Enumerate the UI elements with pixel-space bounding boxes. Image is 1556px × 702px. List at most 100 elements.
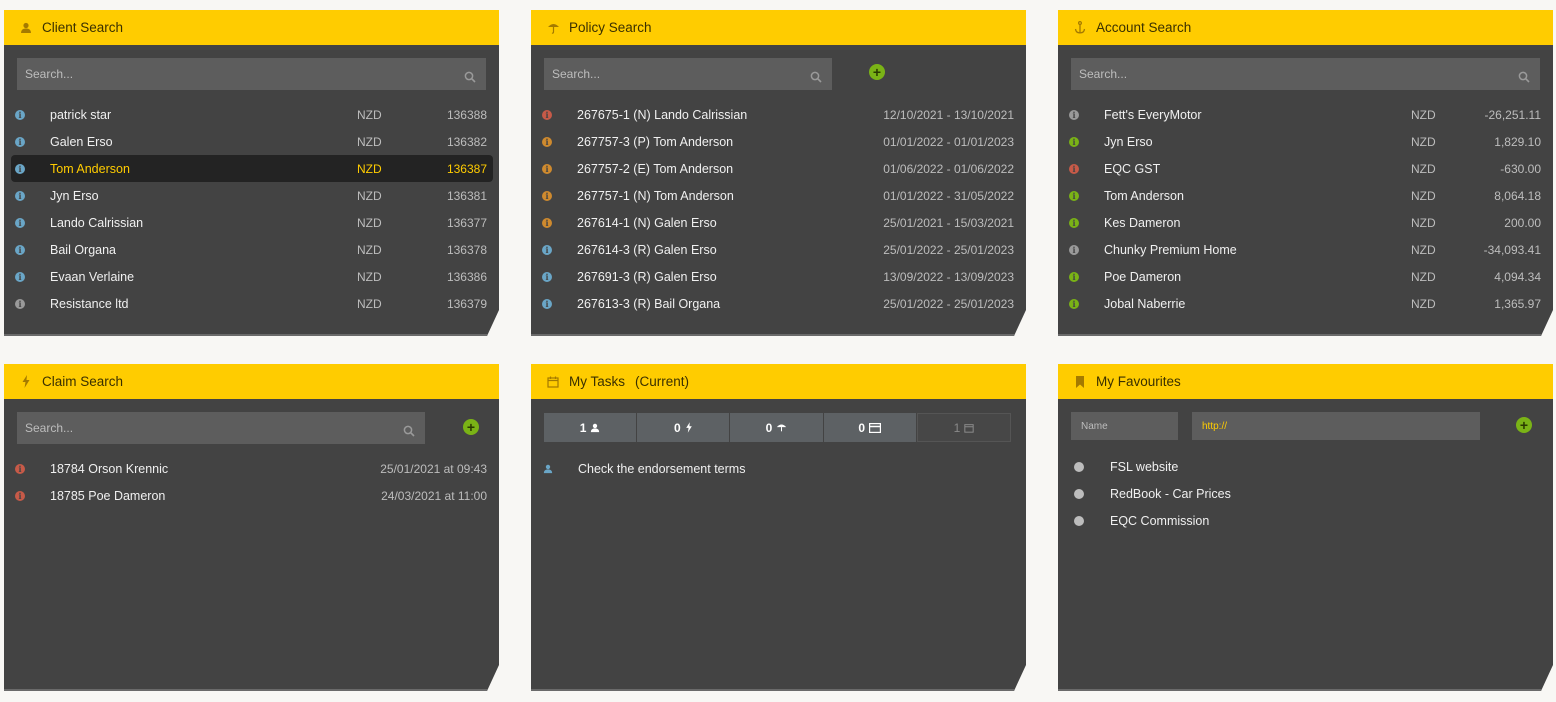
info-icon: i — [1069, 218, 1079, 228]
client-row[interactable]: i Evaan Verlaine NZD 136386 — [11, 263, 493, 290]
tab-account-tasks[interactable]: 0 — [824, 413, 916, 442]
panel-divider — [1058, 689, 1553, 691]
policy-row[interactable]: i 267613-3 (R) Bail Organa 25/01/2022 - 25… — [538, 290, 1020, 317]
account-search-box[interactable] — [1071, 58, 1540, 90]
panel-header: Client Search — [4, 10, 499, 45]
client-row[interactable]: i patrick star NZD 136388 — [11, 101, 493, 128]
bookmark-icon — [1072, 374, 1088, 390]
policy-row[interactable]: i 267757-3 (P) Tom Anderson 01/01/2022 - 0… — [538, 128, 1020, 155]
lightning-icon — [685, 422, 693, 433]
task-filter-tabs: 1 0 0 0 1 — [544, 413, 1012, 442]
account-row[interactable]: i Tom Anderson NZD 8,064.18 — [1065, 182, 1547, 209]
panel-divider — [531, 689, 1026, 691]
policy-row[interactable]: i 267691-3 (R) Galen Erso 13/09/2022 - 13/… — [538, 263, 1020, 290]
claim-results-list: i 18784 Orson Krennic 25/01/2021 at 09:43 … — [11, 455, 493, 509]
account-row[interactable]: i Jobal Naberrie NZD 1,365.97 — [1065, 290, 1547, 317]
panel-title: Claim Search — [42, 374, 124, 389]
client-row[interactable]: i Lando Calrissian NZD 136377 — [11, 209, 493, 236]
info-icon: i — [1069, 191, 1079, 201]
user-icon — [18, 20, 34, 36]
my-favourites-panel: My Favourites + FSL website RedBook - Ca… — [1058, 364, 1553, 691]
info-icon: i — [15, 191, 25, 201]
info-icon: i — [1069, 299, 1079, 309]
info-icon: i — [1069, 245, 1079, 255]
info-icon: i — [542, 299, 552, 309]
calendar-icon — [545, 374, 561, 390]
favourite-link[interactable]: EQC Commission — [1065, 507, 1547, 534]
favourite-url-field[interactable] — [1192, 412, 1480, 440]
account-search-input[interactable] — [1079, 67, 1518, 81]
tab-client-tasks[interactable]: 1 — [544, 413, 636, 442]
favourite-link[interactable]: RedBook - Car Prices — [1065, 480, 1547, 507]
claim-search-input[interactable] — [25, 421, 403, 435]
panel-title: Account Search — [1096, 20, 1192, 35]
panel-header: Account Search — [1058, 10, 1553, 45]
search-icon[interactable] — [1518, 71, 1530, 83]
policy-results-list: i 267675-1 (N) Lando Calrissian 12/10/2021… — [538, 101, 1020, 317]
tab-claim-tasks[interactable]: 0 — [637, 413, 729, 442]
panel-title: Policy Search — [569, 20, 652, 35]
client-row[interactable]: i Galen Erso NZD 136382 — [11, 128, 493, 155]
info-icon: i — [1069, 164, 1079, 174]
policy-search-input[interactable] — [552, 67, 810, 81]
add-claim-button[interactable]: + — [463, 419, 479, 435]
add-favourite-button[interactable]: + — [1516, 417, 1532, 433]
search-icon[interactable] — [810, 71, 822, 83]
account-row[interactable]: i Chunky Premium Home NZD -34,093.41 — [1065, 236, 1547, 263]
panel-header: Policy Search — [531, 10, 1026, 45]
info-icon: i — [15, 137, 25, 147]
info-icon: i — [15, 464, 25, 474]
panel-title: My Favourites — [1096, 374, 1181, 389]
panel-header: Claim Search — [4, 364, 499, 399]
policy-row[interactable]: i 267757-2 (E) Tom Anderson 01/06/2022 - 0… — [538, 155, 1020, 182]
client-row-selected[interactable]: i Tom Anderson NZD 136387 — [11, 155, 493, 182]
policy-row[interactable]: i 267675-1 (N) Lando Calrissian 12/10/2021… — [538, 101, 1020, 128]
info-icon: i — [542, 137, 552, 147]
policy-row[interactable]: i 267757-1 (N) Tom Anderson 01/01/2022 - 3… — [538, 182, 1020, 209]
task-list: Check the endorsement terms — [538, 455, 1020, 482]
favourite-url-input[interactable] — [1200, 420, 1480, 433]
account-row[interactable]: i Kes Dameron NZD 200.00 — [1065, 209, 1547, 236]
account-row[interactable]: i EQC GST NZD -630.00 — [1065, 155, 1547, 182]
umbrella-icon — [776, 422, 787, 433]
account-row[interactable]: i Poe Dameron NZD 4,094.34 — [1065, 263, 1547, 290]
favourite-link[interactable]: FSL website — [1065, 453, 1547, 480]
client-search-box[interactable] — [17, 58, 486, 90]
client-row[interactable]: i Resistance ltd NZD 136379 — [11, 290, 493, 317]
policy-row[interactable]: i 267614-3 (R) Galen Erso 25/01/2022 - 25/… — [538, 236, 1020, 263]
info-icon: i — [15, 272, 25, 282]
tab-policy-tasks[interactable]: 0 — [730, 413, 822, 442]
search-icon[interactable] — [403, 425, 415, 437]
favourite-name-field[interactable] — [1071, 412, 1178, 440]
claim-row[interactable]: i 18784 Orson Krennic 25/01/2021 at 09:43 — [11, 455, 493, 482]
info-icon: i — [15, 299, 25, 309]
favourite-name-input[interactable] — [1079, 420, 1178, 433]
tab-calendar-tasks[interactable]: 1 — [917, 413, 1011, 442]
claim-search-box[interactable] — [17, 412, 425, 444]
panel-subtitle: (Current) — [635, 374, 690, 389]
policy-row[interactable]: i 267614-1 (N) Galen Erso 25/01/2021 - 15/… — [538, 209, 1020, 236]
globe-icon — [1074, 489, 1084, 499]
panel-header: My Tasks (Current) — [531, 364, 1026, 399]
client-search-input[interactable] — [25, 67, 464, 81]
lightning-icon — [18, 374, 34, 390]
panel-title: My Tasks — [569, 374, 626, 389]
policy-search-box[interactable] — [544, 58, 832, 90]
account-row[interactable]: i Jyn Erso NZD 1,829.10 — [1065, 128, 1547, 155]
globe-icon — [1074, 462, 1084, 472]
anchor-icon — [1072, 20, 1088, 36]
user-icon — [590, 423, 600, 433]
claim-row[interactable]: i 18785 Poe Dameron 24/03/2021 at 11:00 — [11, 482, 493, 509]
umbrella-icon — [545, 20, 561, 36]
client-row[interactable]: i Jyn Erso NZD 136381 — [11, 182, 493, 209]
add-policy-button[interactable]: + — [869, 64, 885, 80]
panel-title: Client Search — [42, 20, 124, 35]
info-icon: i — [15, 218, 25, 228]
account-search-panel: Account Search iFett's EveryMotorNZD-26,… — [1058, 10, 1553, 336]
info-icon: i — [542, 218, 552, 228]
info-icon: i — [15, 110, 25, 120]
account-row[interactable]: i Fett's EveryMotor NZD -26,251.11 — [1065, 101, 1547, 128]
search-icon[interactable] — [464, 71, 476, 83]
task-item[interactable]: Check the endorsement terms — [538, 455, 1020, 482]
client-row[interactable]: i Bail Organa NZD 136378 — [11, 236, 493, 263]
